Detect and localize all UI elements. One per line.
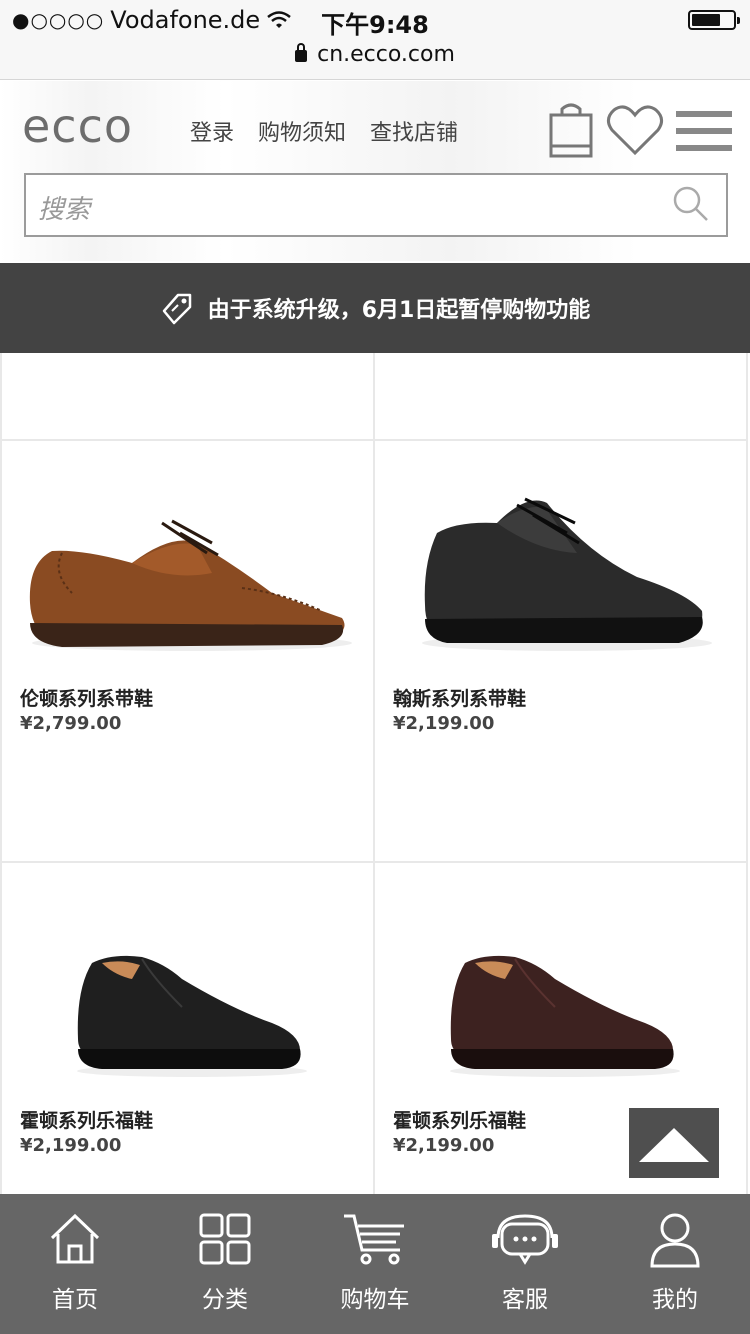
- tab-profile[interactable]: 我的: [600, 1194, 750, 1334]
- search-input[interactable]: 搜索: [24, 173, 728, 237]
- chat-icon: [492, 1214, 558, 1265]
- battery-level: [692, 14, 720, 26]
- notice-banner: 由于系统升级，6月1日起暂停购物功能: [0, 263, 750, 353]
- notice-text: 由于系统升级，6月1日起暂停购物功能: [207, 298, 591, 323]
- nav-store-finder[interactable]: 查找店铺: [370, 115, 458, 147]
- tag-icon: [162, 293, 191, 325]
- tab-cart[interactable]: 购物车: [300, 1194, 450, 1334]
- ecco-logo[interactable]: ecco: [22, 99, 133, 153]
- derby-shoe-image[interactable]: [417, 493, 717, 653]
- clock: 下午9:48: [321, 11, 429, 39]
- menu-icon[interactable]: [676, 111, 732, 153]
- product-card[interactable]: 伦顿系列系带鞋 ¥2,799.00: [0, 441, 375, 863]
- tab-label: 我的: [652, 1287, 698, 1313]
- product-price: ¥2,199.00: [20, 1135, 122, 1156]
- search-placeholder: 搜索: [38, 195, 91, 225]
- logo-text: ecco: [22, 99, 134, 153]
- loafer-shoe-image[interactable]: [72, 949, 312, 1079]
- product-card[interactable]: 霍顿系列乐福鞋 ¥2,199.00: [0, 863, 375, 1223]
- address-bar[interactable]: cn.ecco.com: [0, 40, 750, 80]
- home-icon: [50, 1213, 100, 1264]
- tab-label: 客服: [502, 1287, 548, 1313]
- product-card-partial[interactable]: [375, 353, 748, 441]
- product-name[interactable]: 伦顿系列系带鞋: [20, 684, 153, 711]
- product-price: ¥2,199.00: [393, 713, 495, 734]
- lock-icon: [295, 43, 308, 62]
- loafer-shoe-image[interactable]: [445, 949, 685, 1079]
- tab-customer-service[interactable]: 客服: [450, 1194, 600, 1334]
- url-display[interactable]: cn.ecco.com: [0, 42, 750, 67]
- battery-icon: [688, 10, 740, 30]
- bottom-tab-bar: 首页 分类 购物车 客服 我的: [0, 1194, 750, 1334]
- top-nav: 登录 购物须知 查找店铺: [190, 115, 458, 147]
- product-name[interactable]: 翰斯系列系带鞋: [393, 684, 526, 711]
- product-name[interactable]: 霍顿系列乐福鞋: [393, 1106, 526, 1133]
- arrow-up-icon: [639, 1128, 709, 1162]
- tab-label: 首页: [52, 1287, 98, 1313]
- oxford-shoe-image[interactable]: [22, 493, 357, 653]
- nav-login[interactable]: 登录: [190, 115, 234, 147]
- status-bar: ●○○○○ Vodafone.de 下午9:48: [0, 0, 750, 40]
- site-header: ecco 登录 购物须知 查找店铺 搜索: [0, 81, 750, 261]
- back-to-top-button[interactable]: [629, 1108, 719, 1178]
- nav-shopping-guide[interactable]: 购物须知: [258, 115, 346, 147]
- product-price: ¥2,199.00: [393, 1135, 495, 1156]
- cart-icon: [344, 1214, 404, 1265]
- url-text: cn.ecco.com: [317, 42, 455, 67]
- heart-icon[interactable]: [606, 103, 664, 157]
- user-icon: [650, 1213, 700, 1268]
- product-price: ¥2,799.00: [20, 713, 122, 734]
- tab-home[interactable]: 首页: [0, 1194, 150, 1334]
- tab-label: 购物车: [340, 1287, 410, 1313]
- product-card-partial[interactable]: [0, 353, 375, 441]
- shopping-bag-icon[interactable]: [548, 101, 594, 159]
- tab-label: 分类: [202, 1287, 248, 1313]
- category-icon: [199, 1213, 251, 1265]
- product-card[interactable]: 翰斯系列系带鞋 ¥2,199.00: [375, 441, 748, 863]
- product-name[interactable]: 霍顿系列乐福鞋: [20, 1106, 153, 1133]
- search-icon[interactable]: [672, 185, 710, 223]
- tab-category[interactable]: 分类: [150, 1194, 300, 1334]
